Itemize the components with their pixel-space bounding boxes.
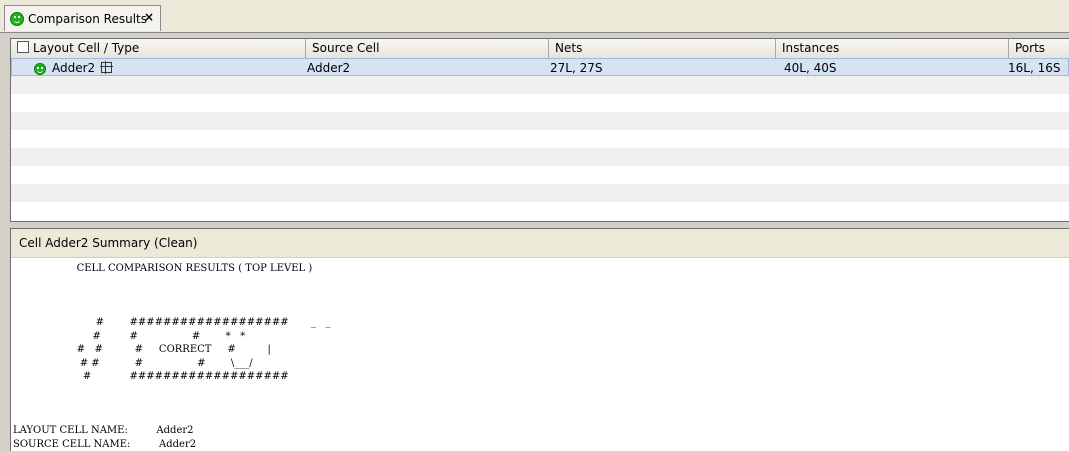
cell-ports: 16L, 16S	[1008, 61, 1061, 75]
layout-cell-name: Adder2	[52, 61, 96, 75]
cell-instances: 40L, 40S	[784, 61, 837, 75]
column-header-layout-cell[interactable]: Layout Cell / Type	[11, 39, 306, 58]
column-header-ports[interactable]: Ports	[1009, 39, 1069, 58]
tab-label: Comparison Results	[28, 11, 147, 26]
table-header: Layout Cell / Type Source Cell Nets Inst…	[11, 39, 1069, 59]
table-row-empty	[11, 76, 1069, 94]
column-header-label: Nets	[555, 41, 583, 55]
tab-strip: Comparison Results ×	[0, 0, 1069, 33]
table-row[interactable]: Adder2 Adder2 27L, 27S 40L, 40S 16L, 16S	[11, 58, 1069, 76]
cell-layout: Adder2	[52, 59, 114, 77]
column-header-label: Ports	[1015, 41, 1046, 55]
column-header-label: Source Cell	[312, 41, 380, 55]
smiley-status-icon	[34, 63, 46, 75]
cell-type-icon	[100, 61, 114, 74]
column-header-label: Layout Cell / Type	[33, 41, 140, 55]
table-row-empty	[11, 184, 1069, 202]
column-header-nets[interactable]: Nets	[549, 39, 776, 58]
tab-comparison-results[interactable]: Comparison Results ×	[4, 5, 161, 31]
close-icon[interactable]: ×	[144, 10, 154, 24]
table-row-empty	[11, 148, 1069, 166]
table-row-empty	[11, 202, 1069, 220]
cell-source: Adder2	[307, 61, 351, 75]
column-header-source-cell[interactable]: Source Cell	[306, 39, 549, 58]
table-row-empty	[11, 130, 1069, 148]
table-icon	[17, 41, 29, 53]
comparison-table: Layout Cell / Type Source Cell Nets Inst…	[10, 38, 1069, 222]
table-row-empty	[11, 166, 1069, 184]
cell-nets: 27L, 27S	[550, 61, 603, 75]
column-header-label: Instances	[782, 41, 840, 55]
table-row-empty	[11, 94, 1069, 112]
summary-title: Cell Adder2 Summary (Clean)	[11, 229, 1069, 258]
column-header-instances[interactable]: Instances	[776, 39, 1009, 58]
smiley-status-icon	[10, 11, 24, 26]
comparison-report-text: CELL COMPARISON RESULTS ( TOP LEVEL ) # …	[13, 263, 331, 450]
table-row-empty	[11, 112, 1069, 130]
summary-pane: Cell Adder2 Summary (Clean) CELL COMPARI…	[10, 228, 1069, 451]
